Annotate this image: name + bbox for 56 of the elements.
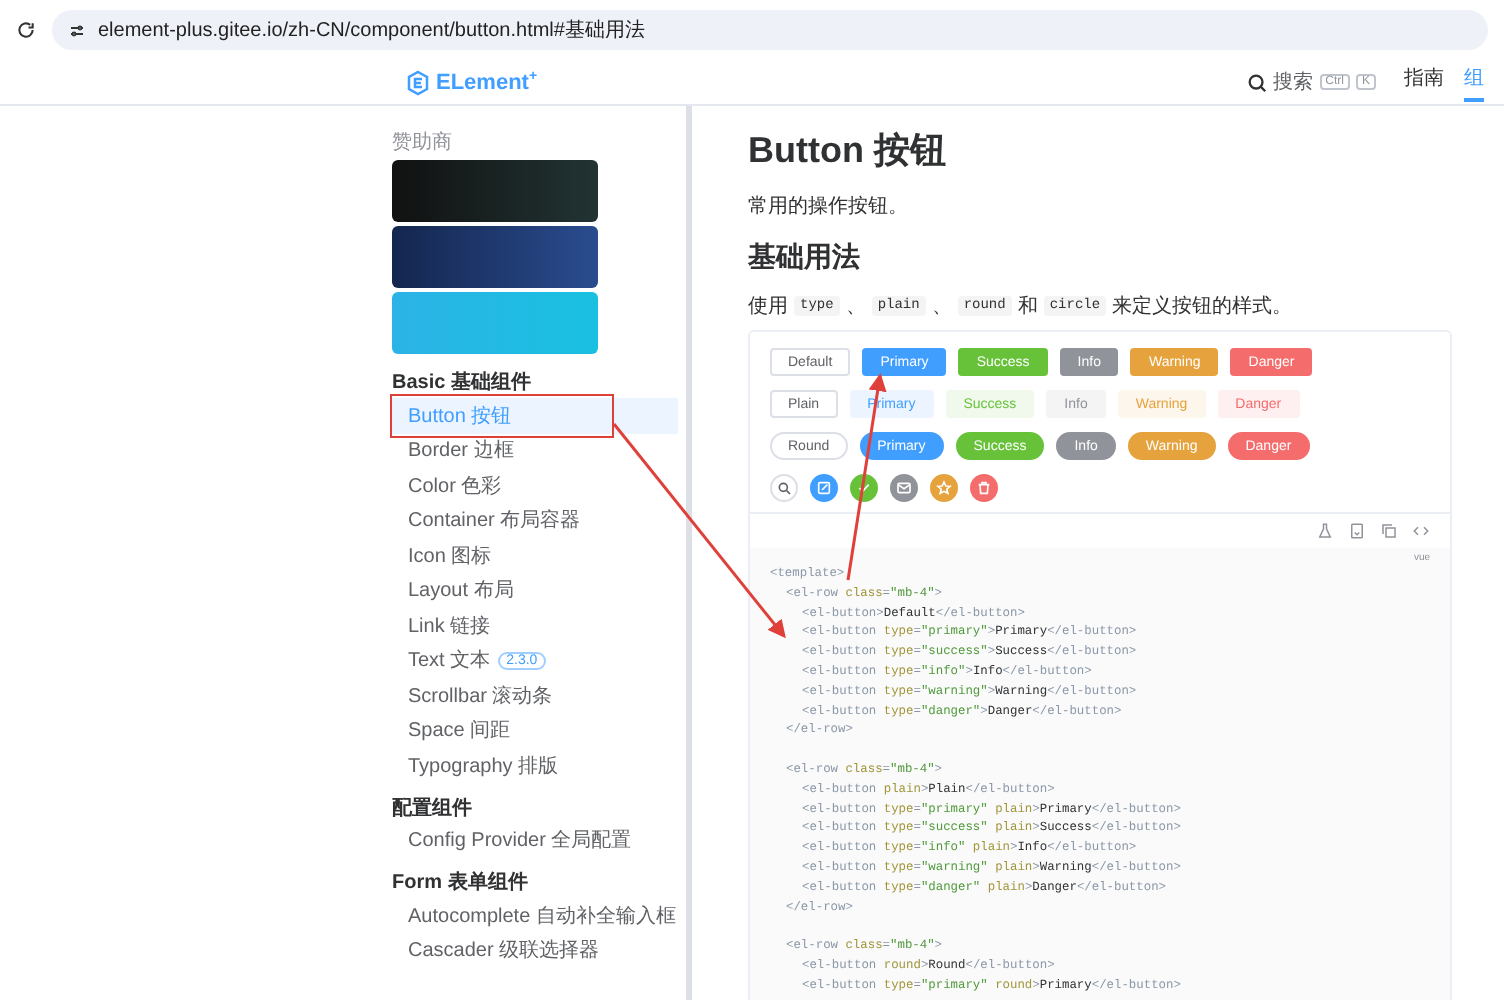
site-info-icon[interactable] (68, 21, 86, 39)
sidebar-item[interactable]: Icon 图标 (392, 538, 678, 573)
icon-button[interactable] (970, 474, 998, 502)
ad-banner[interactable] (392, 226, 598, 288)
sidebar-item-label: Autocomplete 自动补全输入框 (408, 903, 676, 930)
sidebar-item-label: Link 链接 (408, 613, 491, 640)
sidebar-item-label: Button 按钮 (408, 403, 512, 430)
sidebar-item[interactable]: Cascader 级联选择器 (392, 933, 678, 968)
flask-icon[interactable] (1316, 522, 1334, 540)
sidebar-item[interactable]: Container 布局容器 (392, 503, 678, 538)
sidebar-item[interactable]: Space 间距 (392, 713, 678, 748)
star-icon (936, 480, 952, 496)
sidebar-item-label: Icon 图标 (408, 543, 492, 570)
sidebar-item-label: Typography 排版 (408, 753, 559, 780)
sidebar-item[interactable]: Scrollbar 滚动条 (392, 678, 678, 713)
group-title: Form 表单组件 (392, 869, 530, 896)
edit-icon (816, 480, 832, 496)
logo-icon (406, 69, 430, 95)
reload-icon[interactable] (16, 20, 36, 40)
section-title: 基础用法 (748, 240, 862, 276)
page-title: Button 按钮 (748, 128, 948, 174)
icon-button[interactable] (810, 474, 838, 502)
sidebar-item[interactable]: Autocomplete 自动补全输入框 (392, 898, 678, 933)
sidebar-item[interactable]: Config Provider 全局配置 (392, 823, 678, 858)
address-bar[interactable]: element-plus.gitee.io/zh-CN/component/button.html#基础用法 (52, 10, 1488, 50)
sidebar-item[interactable]: Typography 排版 (392, 748, 678, 783)
sponsor-label: 赞助商 (392, 129, 454, 156)
nav-link[interactable]: 指南 (1404, 63, 1444, 101)
icon-button[interactable] (890, 474, 918, 502)
sidebar-item-label: Color 色彩 (408, 473, 502, 500)
search-icon (1245, 71, 1268, 93)
search-placeholder: 搜索 (1273, 69, 1314, 96)
group-title: Basic 基础组件 (392, 369, 533, 396)
sidebar-item-label: Text 文本 (408, 647, 491, 675)
code-icon[interactable] (1412, 522, 1430, 540)
sidebar-item[interactable]: Color 色彩 (392, 468, 678, 503)
search-icon (776, 480, 792, 496)
sidebar-item-label: Config Provider 全局配置 (408, 827, 632, 855)
sidebar-item[interactable]: Border 边框 (392, 433, 678, 468)
sidebar-item-label: Scrollbar 滚动条 (408, 683, 553, 710)
intro-text: 常用的操作按钮。 (748, 193, 910, 220)
sidebar-item-label: Container 布局容器 (408, 507, 581, 535)
url-text: element-plus.gitee.io/zh-CN/component/button.html#基础用法 (98, 17, 645, 44)
sidebar-item-label: Border 边框 (408, 437, 514, 465)
sidebar-item-label: Cascader 级联选择器 (408, 937, 600, 965)
document-icon[interactable] (1348, 522, 1366, 540)
check-icon (856, 480, 872, 496)
icon-button[interactable] (850, 474, 878, 502)
sidebar-item[interactable]: Layout 布局 (392, 573, 678, 608)
group-title: 配置组件 (392, 795, 474, 821)
sidebar-item-label: Layout 布局 (408, 578, 514, 605)
message-icon (896, 480, 912, 496)
delete-icon (976, 480, 992, 496)
sidebar-item-label: Space 间距 (408, 718, 511, 745)
copy-icon[interactable] (1380, 522, 1398, 540)
sidebar-item[interactable]: Link 链接 (392, 608, 678, 643)
